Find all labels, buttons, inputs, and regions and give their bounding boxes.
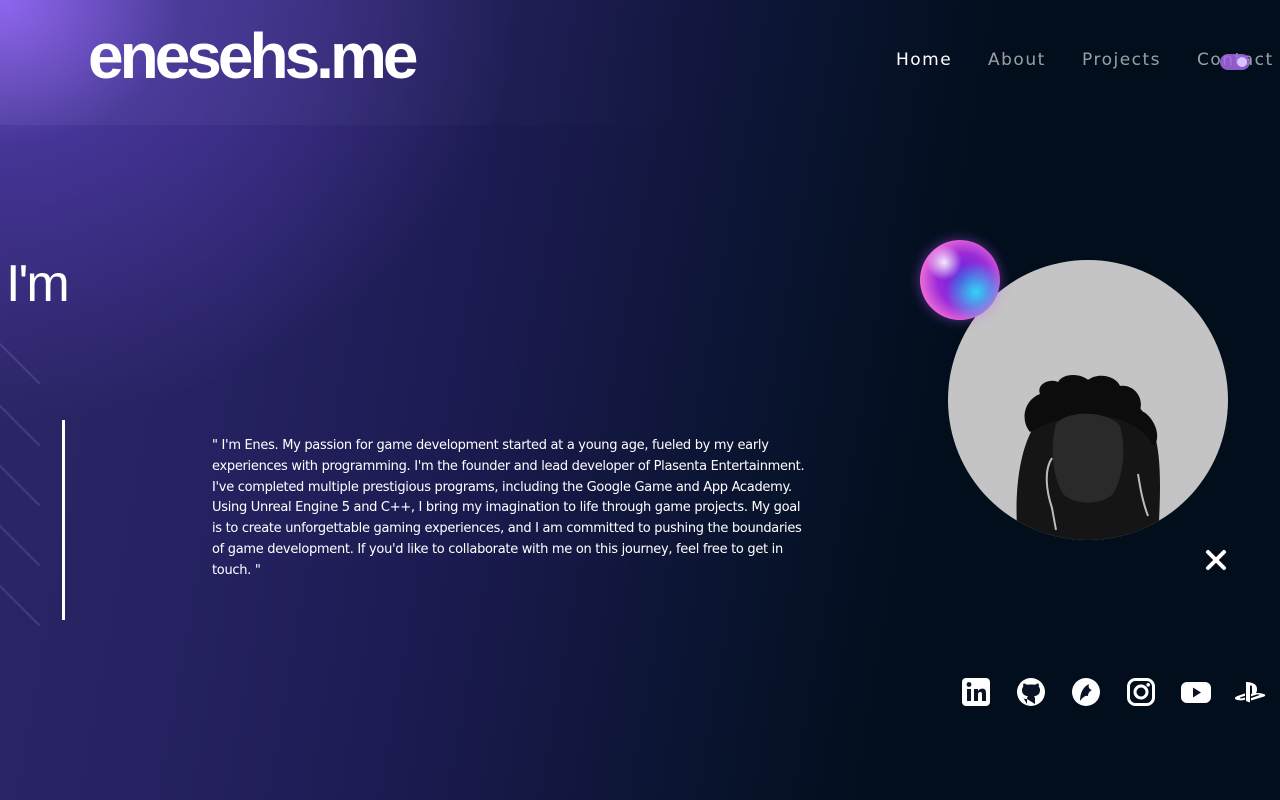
kaggle-bird-icon[interactable]: [1070, 676, 1102, 708]
linkedin-icon[interactable]: [960, 676, 992, 708]
nav-home[interactable]: Home: [896, 50, 952, 70]
decor-diagonal-line: [0, 341, 41, 385]
playstation-icon[interactable]: [1234, 676, 1266, 708]
decor-diagonal-line: [0, 403, 41, 447]
nav-projects[interactable]: Projects: [1082, 50, 1161, 70]
youtube-icon[interactable]: [1180, 676, 1212, 708]
hero-greeting: I'm: [6, 255, 70, 313]
decor-orb: [920, 240, 1000, 320]
bio-accent-bar: [62, 420, 65, 620]
toggle-knob: [1237, 57, 1247, 67]
bio-text: " I'm Enes. My passion for game developm…: [212, 438, 805, 578]
theme-toggle[interactable]: [1220, 54, 1250, 70]
close-icon[interactable]: [1204, 548, 1228, 572]
site-logo[interactable]: enesehs.me: [88, 24, 418, 88]
nav-about[interactable]: About: [988, 50, 1046, 70]
decor-diagonal-line: [0, 523, 41, 567]
instagram-icon[interactable]: [1125, 676, 1157, 708]
decor-diagonal-line: [0, 463, 41, 507]
decor-diagonal-line: [0, 583, 41, 627]
github-icon[interactable]: [1015, 676, 1047, 708]
